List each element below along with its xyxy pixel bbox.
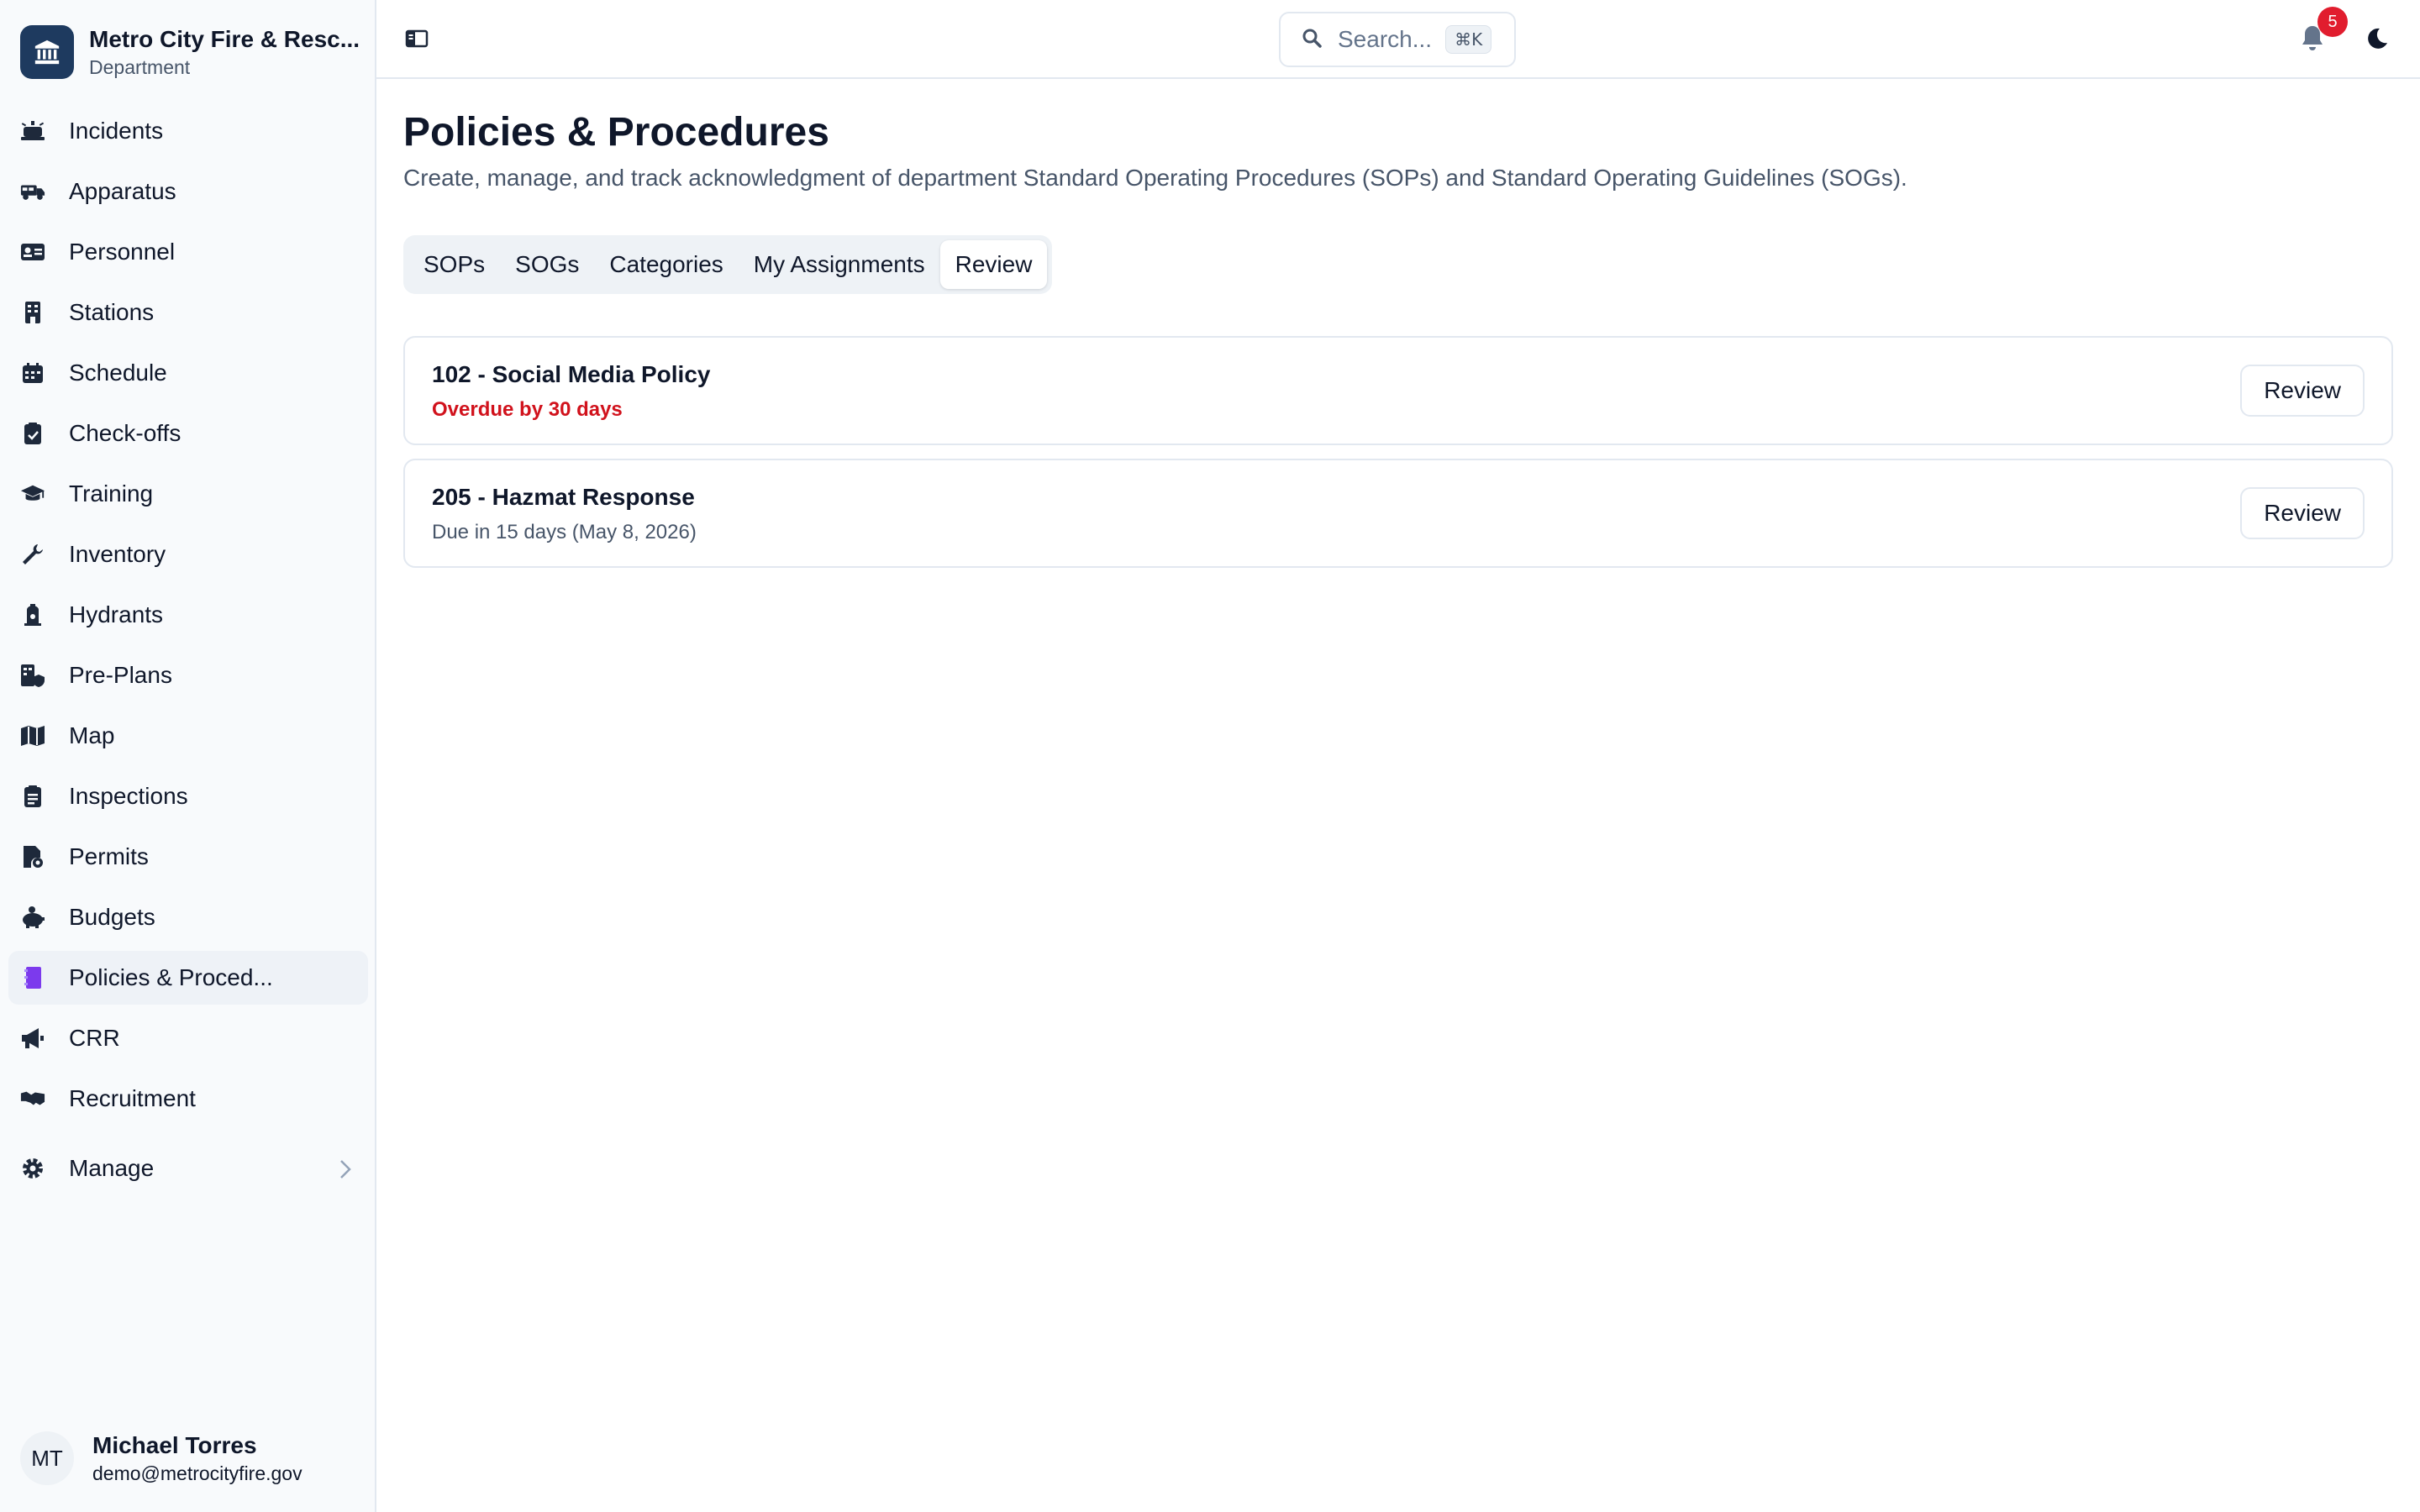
sidebar-item-check-offs[interactable]: Check-offs xyxy=(8,407,368,460)
page-description: Create, manage, and track acknowledgment… xyxy=(403,165,1907,191)
search-input[interactable]: Search... ⌘K xyxy=(1279,12,1516,67)
user-profile[interactable]: MT Michael Torres demo@metrocityfire.gov xyxy=(20,1431,302,1485)
sidebar-item-training[interactable]: Training xyxy=(8,467,368,521)
sidebar-item-label: Stations xyxy=(69,299,155,325)
review-status: Due in 15 days (May 8, 2026) xyxy=(432,521,697,543)
review-status: Overdue by 30 days xyxy=(432,398,623,421)
gear-icon xyxy=(20,1156,45,1181)
sidebar-item-label: Hydrants xyxy=(69,601,164,627)
notification-badge: 5 xyxy=(2317,7,2348,37)
sidebar-item-label: Schedule xyxy=(69,360,167,386)
sidebar-item-label: Apparatus xyxy=(69,178,176,204)
chevron-right-icon xyxy=(339,1158,351,1185)
sidebar: Metro City Fire & Resc... Department Inc… xyxy=(0,0,376,1512)
tab-my-assignments[interactable]: My Assignments xyxy=(739,240,940,289)
manage-label: Manage xyxy=(69,1155,155,1181)
calendar-icon xyxy=(20,360,45,386)
sidebar-item-crr[interactable]: CRR xyxy=(8,1011,368,1065)
sidebar-item-label: Inventory xyxy=(69,541,166,567)
policy-title: 102 - Social Media Policy xyxy=(432,361,711,387)
fire-department-logo-icon xyxy=(20,25,74,79)
policy-title: 205 - Hazmat Response xyxy=(432,484,695,510)
tab-sops[interactable]: SOPs xyxy=(408,240,500,289)
wrench-icon xyxy=(20,542,45,567)
search-placeholder: Search... xyxy=(1338,26,1433,52)
hydrant-icon xyxy=(20,602,45,627)
sidebar-nav: Incidents Apparatus Personnel Stations S… xyxy=(8,104,368,1132)
brand[interactable]: Metro City Fire & Resc... Department xyxy=(20,25,360,79)
piggy-bank-icon xyxy=(20,905,45,930)
review-button[interactable]: Review xyxy=(2240,487,2365,539)
sidebar-item-permits[interactable]: Permits xyxy=(8,830,368,884)
sidebar-item-label: Incidents xyxy=(69,118,164,144)
sidebar-item-label: CRR xyxy=(69,1025,120,1051)
sidebar-item-personnel[interactable]: Personnel xyxy=(8,225,368,279)
id-card-icon xyxy=(20,239,45,265)
book-icon xyxy=(20,965,45,990)
sidebar-item-schedule[interactable]: Schedule xyxy=(8,346,368,400)
sidebar-item-recruitment[interactable]: Recruitment xyxy=(8,1072,368,1126)
permit-icon xyxy=(20,844,45,869)
sidebar-item-hydrants[interactable]: Hydrants xyxy=(8,588,368,642)
sidebar-item-label: Budgets xyxy=(69,904,155,930)
sidebar-item-label: Inspections xyxy=(69,783,188,809)
graduation-cap-icon xyxy=(20,481,45,507)
sidebar-item-manage[interactable]: Manage xyxy=(8,1141,368,1196)
review-button[interactable]: Review xyxy=(2240,365,2365,417)
search-shortcut: ⌘K xyxy=(1445,25,1492,54)
sidebar-item-label: Check-offs xyxy=(69,420,182,446)
avatar: MT xyxy=(20,1431,74,1485)
sidebar-item-apparatus[interactable]: Apparatus xyxy=(8,165,368,218)
brand-subtitle: Department xyxy=(89,55,191,78)
sidebar-item-budgets[interactable]: Budgets xyxy=(8,890,368,944)
brand-name: Metro City Fire & Resc... xyxy=(89,25,360,52)
megaphone-icon xyxy=(20,1026,45,1051)
moon-icon[interactable] xyxy=(2363,25,2390,56)
sidebar-item-pre-plans[interactable]: Pre-Plans xyxy=(8,648,368,702)
sidebar-item-inspections[interactable]: Inspections xyxy=(8,769,368,823)
siren-icon xyxy=(20,118,45,144)
sidebar-item-label: Permits xyxy=(69,843,149,869)
sidebar-item-label: Pre-Plans xyxy=(69,662,172,688)
sidebar-item-label: Map xyxy=(69,722,115,748)
clipboard-list-icon xyxy=(20,784,45,809)
sidebar-item-label: Personnel xyxy=(69,239,176,265)
sidebar-item-label: Policies & Proced... xyxy=(69,964,273,990)
sidebar-toggle-icon[interactable] xyxy=(405,29,429,53)
tab-list: SOPs SOGs Categories My Assignments Revi… xyxy=(403,235,1053,294)
map-icon xyxy=(20,723,45,748)
sidebar-item-policies[interactable]: Policies & Proced... xyxy=(8,951,368,1005)
sidebar-item-stations[interactable]: Stations xyxy=(8,286,368,339)
page-title: Policies & Procedures xyxy=(403,110,829,155)
review-item: 205 - Hazmat Response Due in 15 days (Ma… xyxy=(403,459,2393,568)
tab-sogs[interactable]: SOGs xyxy=(500,240,594,289)
building-icon xyxy=(20,300,45,325)
building-shield-icon xyxy=(20,663,45,688)
user-name: Michael Torres xyxy=(92,1431,257,1458)
sidebar-item-map[interactable]: Map xyxy=(8,709,368,763)
top-bar: Search... ⌘K 5 xyxy=(376,0,2420,79)
search-icon xyxy=(1301,27,1323,53)
truck-icon xyxy=(20,179,45,204)
tab-review[interactable]: Review xyxy=(939,240,1048,289)
sidebar-item-inventory[interactable]: Inventory xyxy=(8,528,368,581)
tab-categories[interactable]: Categories xyxy=(594,240,738,289)
review-item: 102 - Social Media Policy Overdue by 30 … xyxy=(403,336,2393,445)
clipboard-check-icon xyxy=(20,421,45,446)
user-email: demo@metrocityfire.gov xyxy=(92,1462,302,1484)
sidebar-item-label: Training xyxy=(69,480,154,507)
sidebar-item-incidents[interactable]: Incidents xyxy=(8,104,368,158)
sidebar-item-label: Recruitment xyxy=(69,1085,196,1111)
handshake-icon xyxy=(20,1086,45,1111)
